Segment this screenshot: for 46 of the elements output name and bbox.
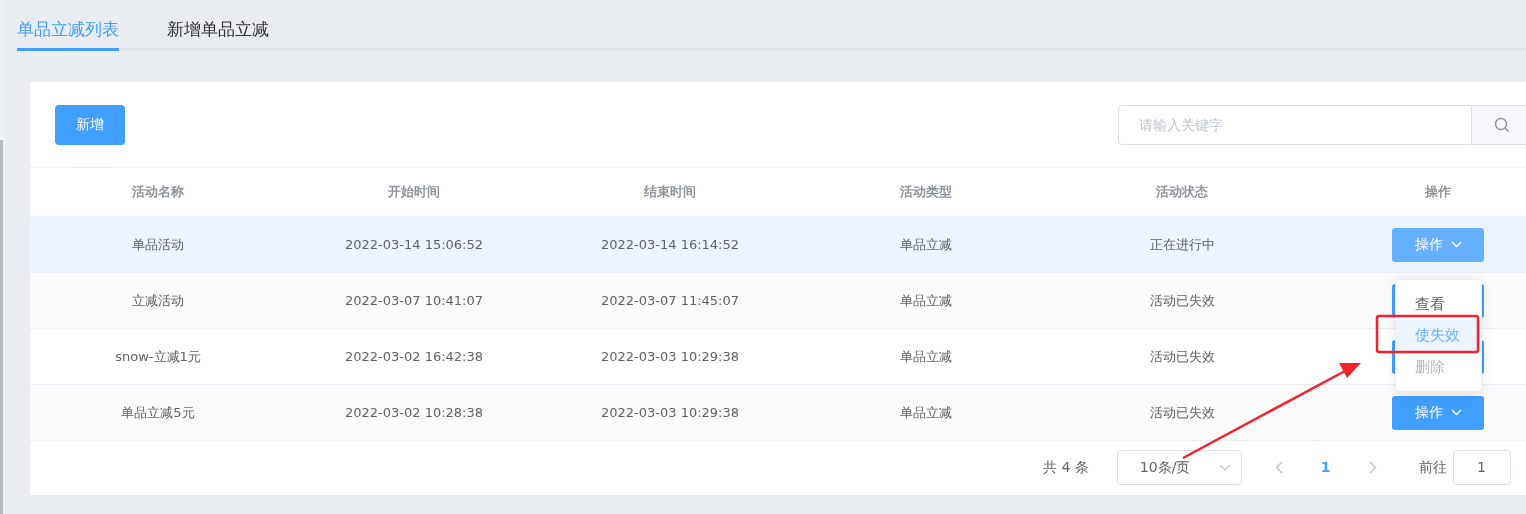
search-button[interactable] <box>1472 104 1526 145</box>
table-cell-text: snow-立减1元 <box>115 347 201 366</box>
table-cell-text: 单品立减 <box>900 291 952 310</box>
prev-page-icon[interactable] <box>1274 460 1283 474</box>
table-cell-text: 活动已失效 <box>1149 291 1215 310</box>
table-cell-text: 单品活动 <box>132 235 184 254</box>
chevron-down-icon <box>1218 463 1231 471</box>
caret-icon <box>1450 241 1462 248</box>
table-cell-text: 2022-03-14 16:14:52 <box>600 235 740 254</box>
action-button[interactable]: 操作 <box>1392 227 1484 262</box>
table-cell-text: 2022-03-14 15:06:52 <box>344 235 484 254</box>
column-header: 活动名称 <box>132 183 184 202</box>
table-cell-text: 单品立减5元 <box>121 403 195 422</box>
total-count: 共 4 条 <box>1043 457 1089 477</box>
tab[interactable]: 新增单品立减 <box>167 16 269 51</box>
caret-icon <box>1450 409 1462 416</box>
column-header: 操作 <box>1425 183 1451 202</box>
table-cell-text: 单品立减 <box>900 235 952 254</box>
table-cell-text: 2022-03-02 16:42:38 <box>344 347 484 366</box>
table-cell-text: 2022-03-02 10:28:38 <box>344 403 484 422</box>
goto-label: 前往 <box>1418 457 1447 477</box>
page-jump-field[interactable]: 1 <box>1452 449 1511 485</box>
menu-item[interactable]: 查看 <box>1396 288 1481 320</box>
add-button[interactable]: 新增 <box>55 104 125 145</box>
table-cell-text: 2022-03-07 10:41:07 <box>344 291 484 310</box>
column-header: 开始时间 <box>388 183 440 202</box>
column-header: 结束时间 <box>644 183 696 202</box>
page-number[interactable]: 1 <box>1320 456 1331 478</box>
next-page-icon[interactable] <box>1368 460 1377 474</box>
column-header: 活动类型 <box>900 183 952 202</box>
search-field[interactable]: 请输入关键字 <box>1118 104 1472 145</box>
column-header: 活动状态 <box>1156 183 1208 202</box>
action-button[interactable]: 操作 <box>1392 395 1484 430</box>
table-cell-text: 2022-03-03 10:29:38 <box>600 403 740 422</box>
table-cell-text: 单品立减 <box>900 347 952 366</box>
table-cell-text: 2022-03-07 11:45:07 <box>600 291 740 310</box>
menu-item[interactable]: 使失效 <box>1396 319 1481 352</box>
table-cell-text: 2022-03-03 10:29:38 <box>600 347 740 366</box>
table-cell-text: 立减活动 <box>132 291 184 310</box>
search-icon <box>1493 116 1510 133</box>
table-cell-text: 单品立减 <box>900 403 952 422</box>
table-cell-text: 正在进行中 <box>1149 235 1215 254</box>
tab[interactable]: 单品立减列表 <box>17 16 119 51</box>
page-size-select[interactable]: 10条/页 <box>1116 449 1242 485</box>
table-cell-text: 活动已失效 <box>1149 403 1215 422</box>
table-cell-text: 活动已失效 <box>1149 347 1215 366</box>
